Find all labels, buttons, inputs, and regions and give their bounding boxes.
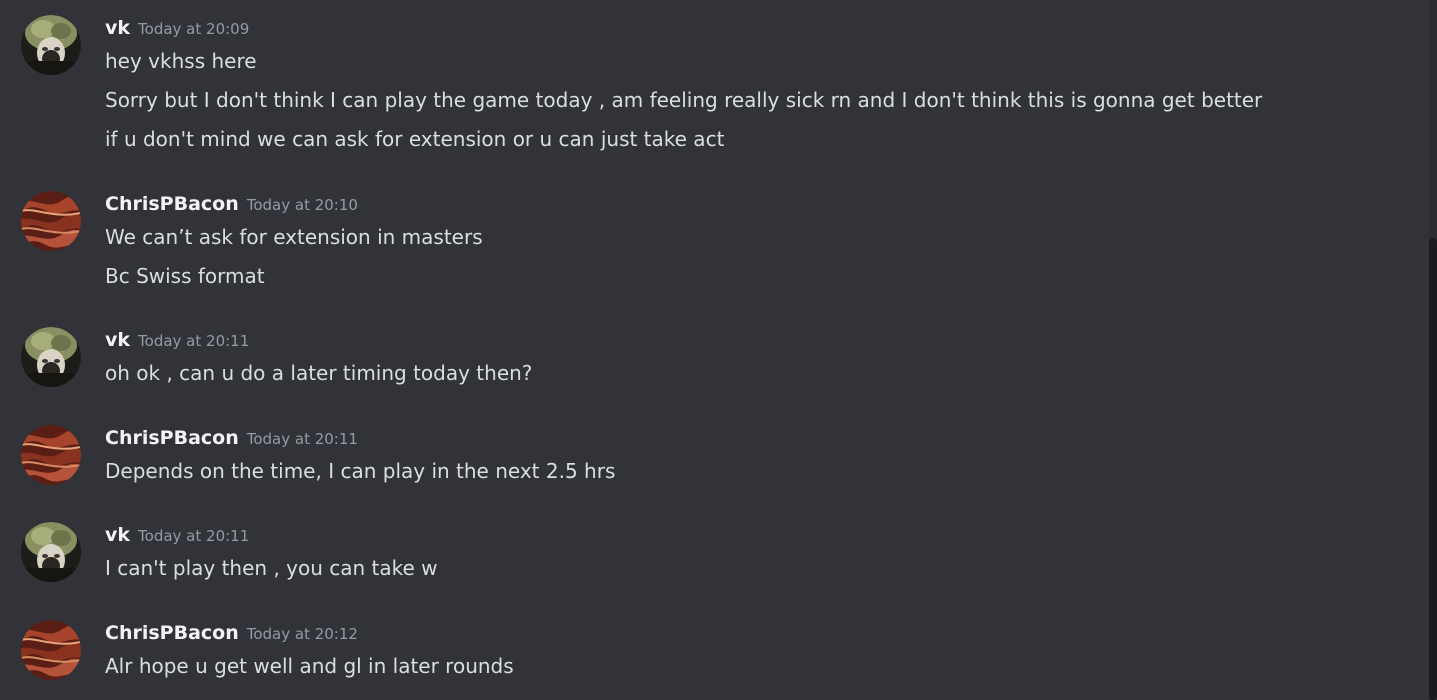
message-header: vk Today at 20:09 [105,15,249,41]
timestamp[interactable]: Today at 20:09 [138,20,249,38]
message-text: Alr hope u get well and gl in later roun… [105,654,514,678]
username[interactable]: vk [105,17,130,39]
scrollbar-track[interactable] [1429,0,1437,700]
bacon-avatar-icon[interactable] [21,425,81,485]
message-text: Depends on the time, I can play in the n… [105,459,616,483]
message-text: Bc Swiss format [105,264,265,288]
message-text: if u don't mind we can ask for extension… [105,127,725,151]
message-header: vk Today at 20:11 [105,522,249,548]
username[interactable]: ChrisPBacon [105,427,239,449]
message-group: ChrisPBacon Today at 20:12 Alr hope u get… [0,620,1420,682]
message-header: ChrisPBacon Today at 20:11 [105,425,358,451]
message-group: vk Today at 20:11 I can't play then , you… [0,522,1420,584]
timestamp[interactable]: Today at 20:11 [138,527,249,545]
username[interactable]: vk [105,524,130,546]
bacon-avatar-icon[interactable] [21,620,81,680]
message-group: vk Today at 20:11 oh ok , can u do a late… [0,327,1420,389]
message-text: oh ok , can u do a later timing today th… [105,361,533,385]
timestamp[interactable]: Today at 20:12 [247,625,358,643]
username[interactable]: ChrisPBacon [105,622,239,644]
username[interactable]: ChrisPBacon [105,193,239,215]
username[interactable]: vk [105,329,130,351]
timestamp[interactable]: Today at 20:11 [247,430,358,448]
message-text: We can’t ask for extension in masters [105,225,483,249]
message-text: I can't play then , you can take w [105,556,438,580]
message-header: ChrisPBacon Today at 20:12 [105,620,358,646]
message-group: ChrisPBacon Today at 20:10 We can’t ask f… [0,191,1420,291]
vk-avatar-icon[interactable] [21,327,81,387]
vk-avatar-icon[interactable] [21,15,81,75]
message-header: vk Today at 20:11 [105,327,249,353]
message-group: vk Today at 20:09 hey vkhss here Sorry bu… [0,15,1420,155]
message-header: ChrisPBacon Today at 20:10 [105,191,358,217]
timestamp[interactable]: Today at 20:10 [247,196,358,214]
timestamp[interactable]: Today at 20:11 [138,332,249,350]
message-text: hey vkhss here [105,49,257,73]
bacon-avatar-icon[interactable] [21,191,81,251]
scrollbar-thumb[interactable] [1429,238,1437,700]
message-group: ChrisPBacon Today at 20:11 Depends on the… [0,425,1420,487]
message-text: Sorry but I don't think I can play the g… [105,88,1263,112]
vk-avatar-icon[interactable] [21,522,81,582]
